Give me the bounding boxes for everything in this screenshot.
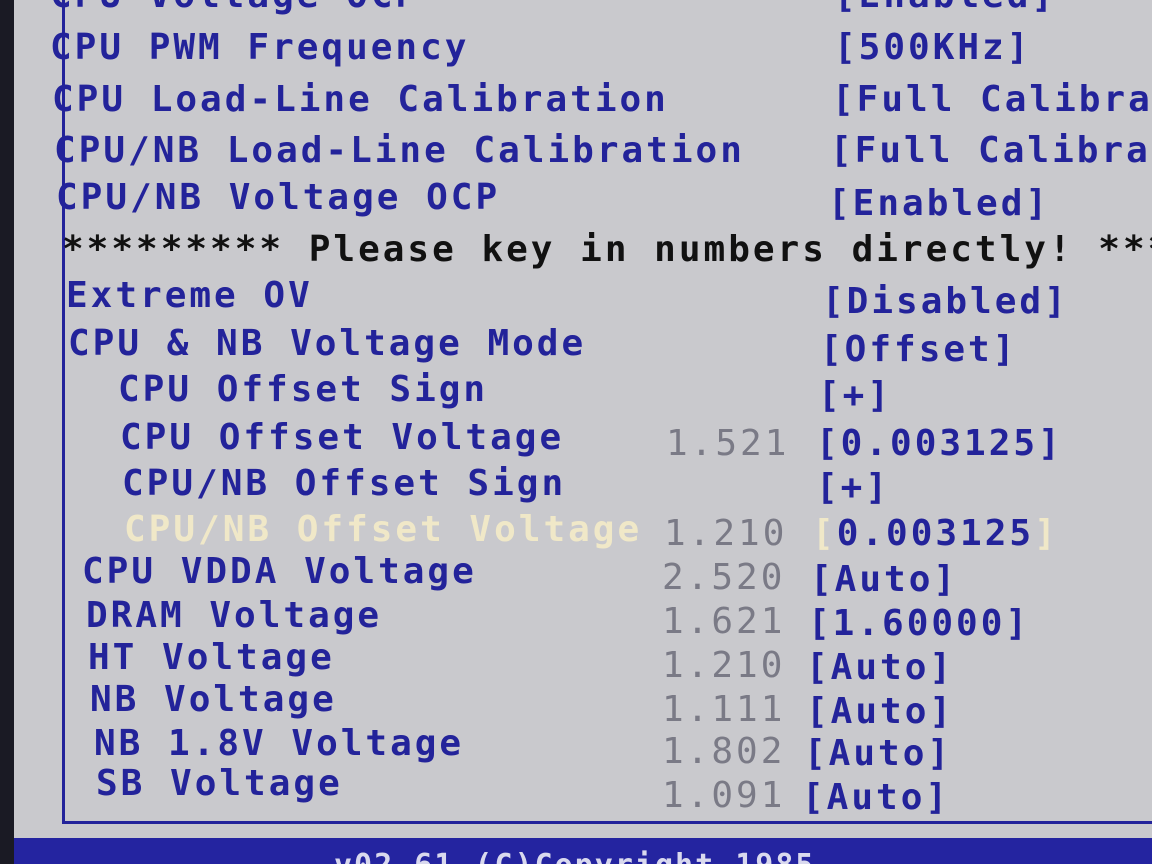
- setting-label-nb-1-8v-voltage[interactable]: NB 1.8V Voltage: [94, 724, 464, 764]
- setting-label-cpu-nb-offset-sign[interactable]: CPU/NB Offset Sign: [122, 464, 566, 504]
- value-bracket-open: [: [812, 513, 837, 554]
- setting-label-cpu-offset-voltage[interactable]: CPU Offset Voltage: [120, 418, 564, 458]
- setting-label-cpu-load-line-calibration[interactable]: CPU Load-Line Calibration: [52, 80, 669, 120]
- notice-text: ********* Please key in numbers directly…: [62, 229, 1152, 270]
- setting-label-cpu-nb-voltage-ocp[interactable]: CPU/NB Voltage OCP: [56, 178, 500, 218]
- reading-nb-1-8v-voltage: 1.802: [662, 731, 786, 772]
- setting-value-dram-voltage[interactable]: [1.60000]: [808, 604, 1030, 644]
- setting-label-cpu-pwm-frequency[interactable]: CPU PWM Frequency: [50, 28, 469, 68]
- setting-label-sb-voltage[interactable]: SB Voltage: [96, 764, 343, 804]
- setting-label-cpu-offset-sign[interactable]: CPU Offset Sign: [118, 370, 488, 410]
- setting-value-cpu-load-line-calibration[interactable]: [Full Calibra: [832, 80, 1152, 120]
- setting-label-cpu-nb-load-line-calibration[interactable]: CPU/NB Load-Line Calibration: [54, 131, 745, 171]
- footer-bar: v02.61 (C)Copyright 1985: [14, 838, 1152, 864]
- setting-value-cpu-pwm-frequency[interactable]: [500KHz]: [834, 28, 1031, 68]
- setting-value-sb-voltage[interactable]: [Auto]: [802, 778, 950, 818]
- setting-value-extreme-ov[interactable]: [Disabled]: [822, 282, 1069, 322]
- setting-value-cpu-voltage-ocp[interactable]: [Enabled]: [834, 0, 1056, 16]
- reading-cpu-offset-voltage: 1.521: [666, 423, 790, 464]
- reading-cpu-nb-offset-voltage: 1.210: [664, 513, 788, 554]
- setting-value-cpu-nb-offset-sign[interactable]: [+]: [816, 468, 890, 508]
- setting-value-ht-voltage[interactable]: [Auto]: [806, 648, 954, 688]
- setting-value-cpu-nb-offset-voltage[interactable]: [0.003125]: [812, 514, 1059, 554]
- setting-label-nb-voltage[interactable]: NB Voltage: [90, 680, 337, 720]
- setting-value-cpu-offset-sign[interactable]: [+]: [818, 376, 892, 416]
- setting-label-cpu-nb-offset-voltage[interactable]: CPU/NB Offset Voltage: [124, 510, 642, 550]
- bios-screen: CPU Voltage OCP [Enabled] CPU PWM Freque…: [14, 0, 1152, 864]
- setting-value-nb-1-8v-voltage[interactable]: [Auto]: [804, 734, 952, 774]
- setting-value-cpu-vdda-voltage[interactable]: [Auto]: [810, 560, 958, 600]
- reading-ht-voltage: 1.210: [662, 645, 786, 686]
- reading-nb-voltage: 1.111: [662, 689, 786, 730]
- reading-dram-voltage: 1.621: [662, 601, 786, 642]
- footer-copyright: v02.61 (C)Copyright 1985: [334, 848, 815, 864]
- setting-value-cpu-nb-voltage-ocp[interactable]: [Enabled]: [828, 184, 1050, 224]
- setting-value-cpu-nb-load-line-calibration[interactable]: [Full Calibra: [830, 131, 1151, 171]
- setting-value-nb-voltage[interactable]: [Auto]: [806, 692, 954, 732]
- setting-value-cpu-nb-voltage-mode[interactable]: [Offset]: [820, 330, 1017, 370]
- setting-label-extreme-ov[interactable]: Extreme OV: [66, 276, 313, 316]
- reading-cpu-vdda-voltage: 2.520: [662, 557, 786, 598]
- setting-label-ht-voltage[interactable]: HT Voltage: [88, 638, 335, 678]
- setting-label-dram-voltage[interactable]: DRAM Voltage: [86, 596, 382, 636]
- setting-label-cpu-vdda-voltage[interactable]: CPU VDDA Voltage: [82, 552, 477, 592]
- value-bracket-close: ]: [1034, 513, 1059, 554]
- setting-label-cpu-voltage-ocp[interactable]: CPU Voltage OCP: [50, 0, 420, 16]
- reading-sb-voltage: 1.091: [662, 775, 786, 816]
- value-text: 0.003125: [836, 513, 1035, 554]
- setting-label-cpu-nb-voltage-mode[interactable]: CPU & NB Voltage Mode: [68, 324, 586, 364]
- setting-value-cpu-offset-voltage[interactable]: [0.003125]: [816, 424, 1063, 464]
